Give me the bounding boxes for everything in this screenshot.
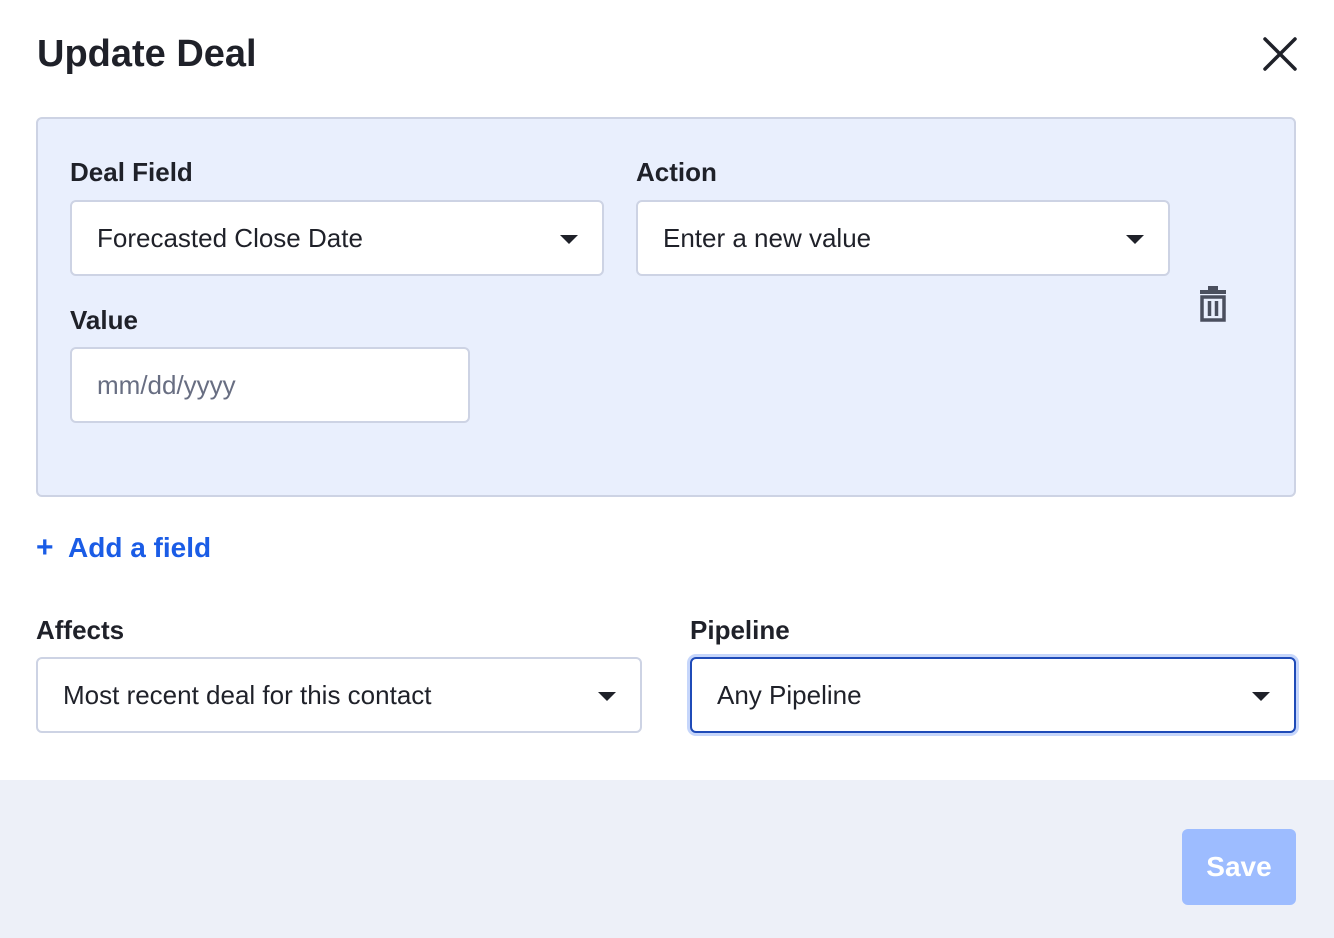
action-label: Action — [636, 157, 717, 187]
value-label: Value — [70, 305, 138, 335]
plus-icon: + — [36, 531, 54, 564]
affects-selected-value: Most recent deal for this contact — [63, 679, 432, 710]
dialog-title: Update Deal — [37, 33, 257, 75]
action-select[interactable]: Enter a new value — [636, 200, 1170, 276]
value-date-input[interactable] — [70, 347, 470, 423]
close-button[interactable] — [1259, 33, 1301, 75]
add-field-label: Add a field — [68, 532, 212, 563]
deal-field-select[interactable]: Forecasted Close Date — [70, 200, 604, 276]
pipeline-label: Pipeline — [690, 615, 790, 645]
deal-field-selected-value: Forecasted Close Date — [97, 222, 363, 253]
chevron-down-icon — [598, 692, 616, 701]
pipeline-selected-value: Any Pipeline — [717, 679, 862, 710]
chevron-down-icon — [1252, 692, 1270, 701]
action-selected-value: Enter a new value — [663, 222, 872, 253]
chevron-down-icon — [1126, 235, 1144, 244]
save-button[interactable]: Save — [1182, 829, 1296, 905]
dialog-footer — [0, 780, 1334, 938]
affects-select[interactable]: Most recent deal for this contact — [36, 657, 642, 733]
chevron-down-icon — [560, 235, 578, 244]
deal-field-label: Deal Field — [70, 157, 193, 187]
add-field-link[interactable]: + Add a field — [36, 532, 211, 564]
close-icon — [1263, 37, 1297, 71]
delete-field-button[interactable] — [1196, 286, 1230, 322]
trash-icon — [1200, 286, 1226, 322]
pipeline-select[interactable]: Any Pipeline — [690, 657, 1296, 733]
affects-label: Affects — [36, 615, 125, 645]
